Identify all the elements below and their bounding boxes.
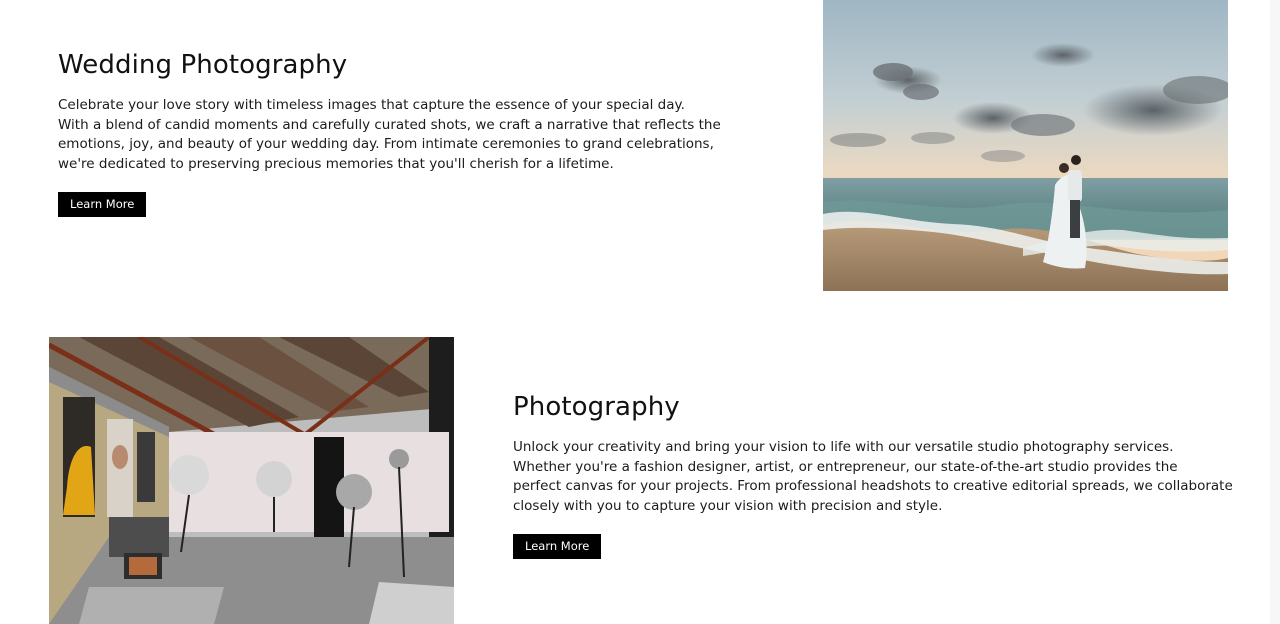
studio-description: Unlock your creativity and bring your vi… <box>513 438 1233 516</box>
wedding-description-line: Celebrate your love story with timeless … <box>58 97 685 113</box>
wedding-learn-more-button[interactable]: Learn More <box>58 192 147 218</box>
studio-description-line: Whether you're a fashion designer, artis… <box>513 458 1178 475</box>
wedding-description-line: we're dedicated to preserving precious m… <box>58 155 614 172</box>
studio-description-line: Unlock your creativity and bring your vi… <box>513 439 1174 455</box>
wedding-description: Celebrate your love story with timeless … <box>58 96 721 174</box>
wedding-description-line: With a blend of candid moments and caref… <box>58 116 721 133</box>
wedding-description-line: emotions, joy, and beauty of your weddin… <box>58 136 714 153</box>
page: Wedding Photography Celebrate your love … <box>0 0 1280 624</box>
studio-title: Photography <box>513 392 680 422</box>
studio-learn-more-button[interactable]: Learn More <box>513 534 602 560</box>
studio-description-line: perfect canvas for your projects. From p… <box>513 478 1233 495</box>
wedding-section: Wedding Photography Celebrate your love … <box>58 50 721 218</box>
studio-section: Photography Unlock your creativity and b… <box>513 392 1233 560</box>
scrollbar-track[interactable] <box>1270 0 1280 624</box>
studio-description-line: closely with you to capture your vision … <box>513 497 943 514</box>
wedding-beach-photo <box>823 0 1228 291</box>
wedding-title: Wedding Photography <box>58 50 348 80</box>
studio-interior-photo <box>49 337 454 624</box>
